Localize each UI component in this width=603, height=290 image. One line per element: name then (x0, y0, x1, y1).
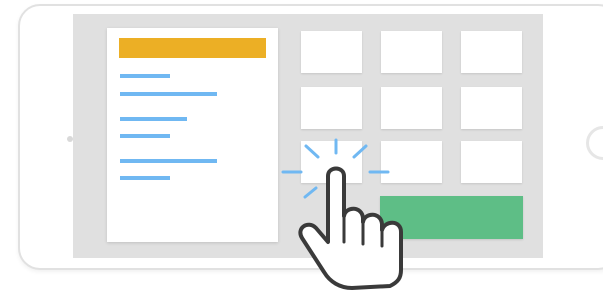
pointing-hand-icon (298, 166, 403, 290)
